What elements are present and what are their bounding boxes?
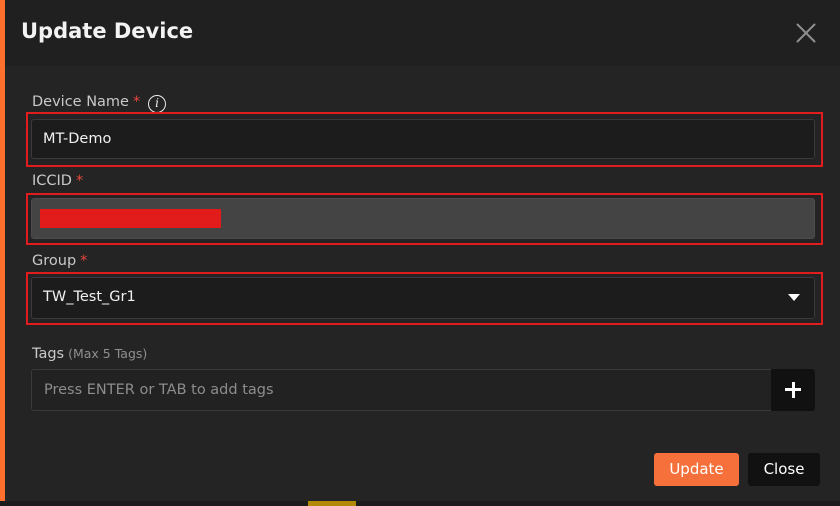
dialog-title: Update Device bbox=[21, 19, 194, 43]
group-label: Group * bbox=[32, 253, 87, 269]
background-notch bbox=[308, 501, 356, 506]
tags-hint: (Max 5 Tags) bbox=[68, 346, 148, 361]
device-name-label-text: Device Name bbox=[32, 94, 129, 110]
add-tag-button[interactable] bbox=[771, 369, 815, 411]
iccid-label-text: ICCID bbox=[32, 173, 72, 189]
required-mark: * bbox=[75, 173, 84, 189]
redaction-box bbox=[40, 209, 221, 228]
close-button[interactable]: Close bbox=[748, 453, 820, 486]
group-select[interactable]: TW_Test_Gr1 bbox=[31, 277, 815, 319]
info-icon[interactable]: i bbox=[148, 95, 166, 113]
required-mark: * bbox=[80, 253, 88, 269]
caret-down-icon bbox=[788, 294, 800, 301]
tags-label: Tags (Max 5 Tags) bbox=[32, 346, 147, 362]
device-name-label: Device Name * bbox=[32, 94, 140, 110]
group-label-text: Group bbox=[32, 253, 77, 269]
close-icon[interactable] bbox=[794, 21, 818, 45]
device-name-input[interactable]: MT-Demo bbox=[31, 119, 815, 159]
required-mark: * bbox=[132, 94, 141, 110]
dialog-header: Update Device bbox=[5, 0, 840, 66]
group-selected-value: TW_Test_Gr1 bbox=[43, 289, 136, 305]
update-device-dialog: Update Device Device Name * i MT-Demo ICC… bbox=[5, 0, 840, 501]
tags-input[interactable]: Press ENTER or TAB to add tags bbox=[31, 369, 771, 411]
tags-label-text: Tags bbox=[32, 346, 65, 362]
background-strip bbox=[0, 501, 840, 506]
update-button[interactable]: Update bbox=[654, 453, 739, 486]
iccid-label: ICCID * bbox=[32, 173, 83, 189]
screen: Update Device Device Name * i MT-Demo ICC… bbox=[0, 0, 840, 506]
